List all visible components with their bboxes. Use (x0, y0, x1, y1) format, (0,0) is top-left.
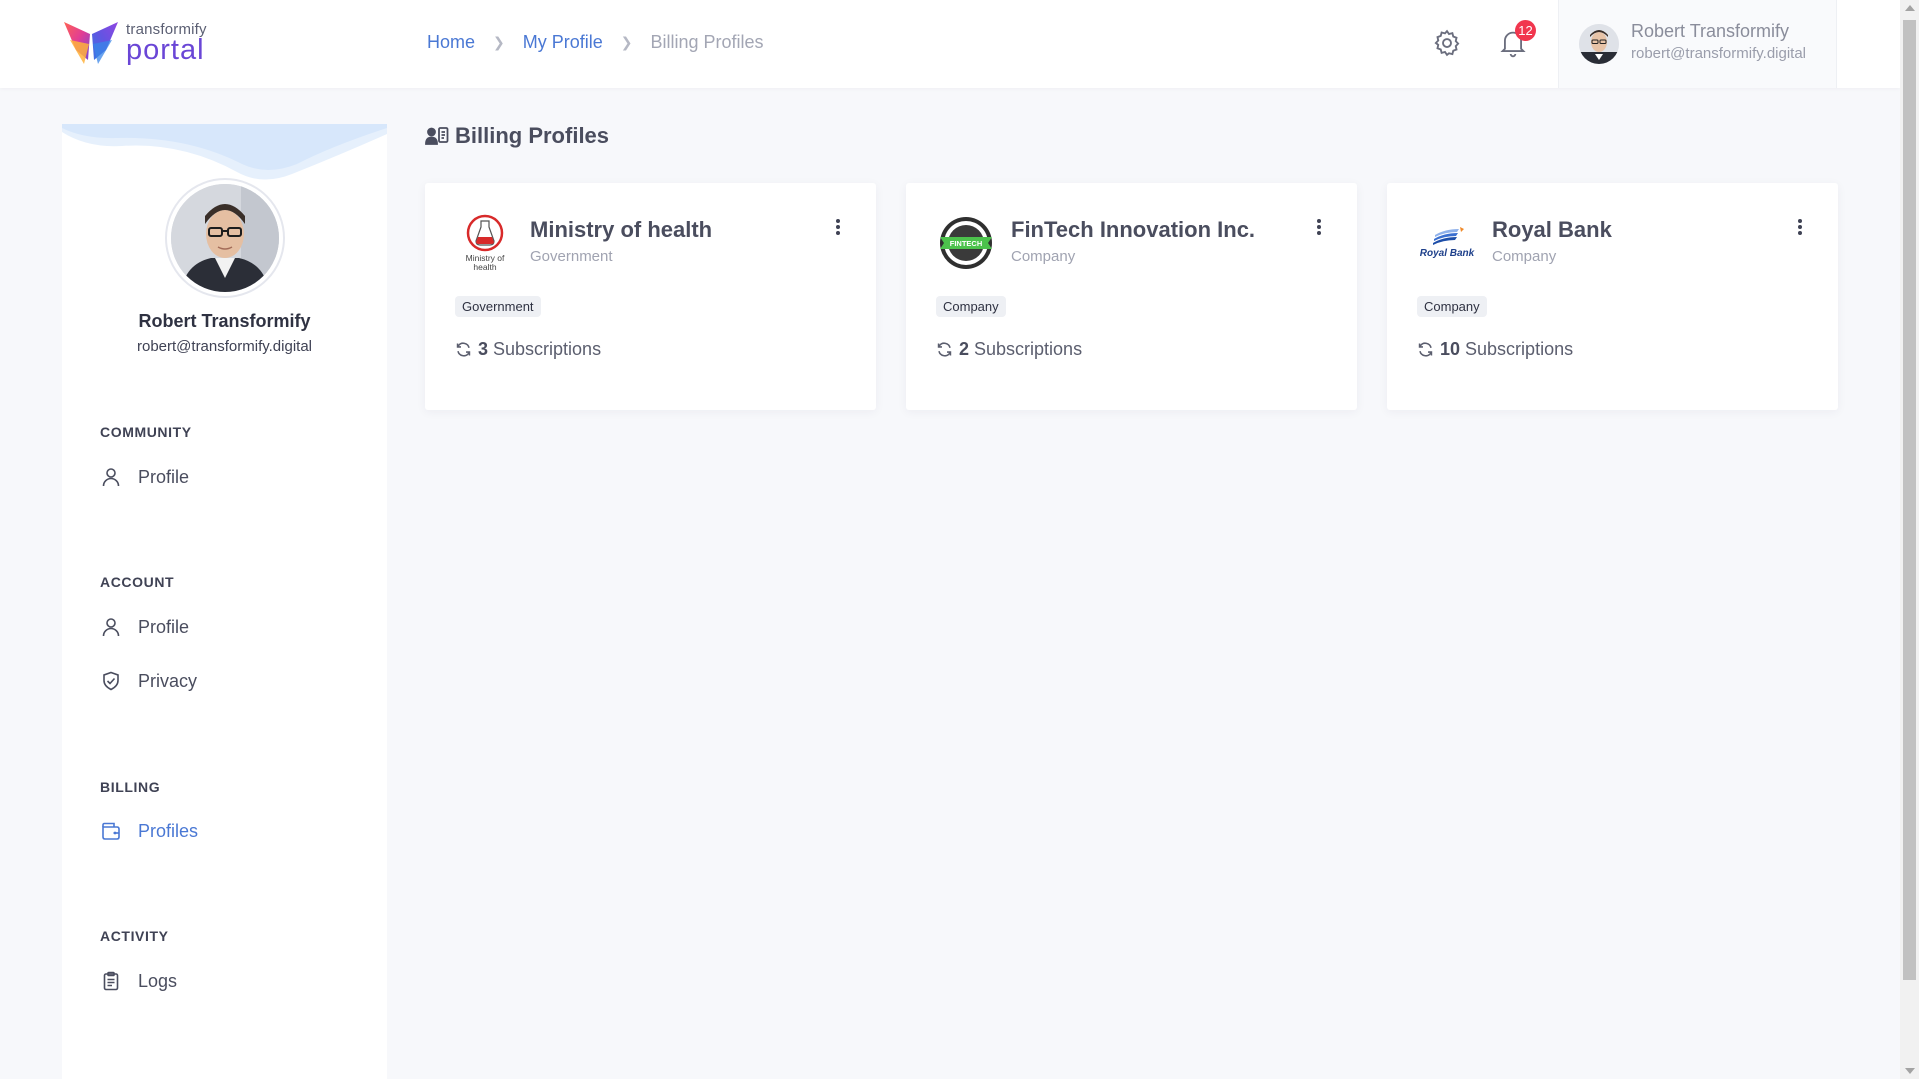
card-type: Company (1492, 248, 1557, 265)
card-tag: Government (455, 296, 541, 317)
subscriptions-label: Subscriptions (974, 339, 1083, 359)
card-subscriptions[interactable]: 10 Subscriptions (1417, 339, 1573, 360)
chevron-right-icon: ❯ (620, 34, 633, 50)
sidebar-item-label: Privacy (138, 670, 198, 691)
gear-icon (1434, 29, 1460, 57)
subscriptions-count: 10 (1440, 339, 1461, 359)
sidebar-item-label: Profiles (138, 820, 199, 841)
card-name: Royal Bank (1492, 217, 1612, 242)
card-name: FinTech Innovation Inc. (1011, 217, 1256, 242)
vertical-scrollbar[interactable] (1900, 0, 1919, 1079)
scroll-down-arrow-icon[interactable] (1905, 1068, 1915, 1074)
page-title: Billing Profiles (425, 123, 609, 149)
sidebar-item-label: Profile (138, 616, 190, 637)
user-icon (100, 466, 122, 488)
user-photo-icon (171, 184, 279, 292)
brand-logo[interactable]: transformify portal (62, 20, 207, 66)
avatar (1579, 24, 1619, 64)
breadcrumb-current: Billing Profiles (650, 32, 764, 52)
wallet-icon (100, 820, 122, 842)
card-name: Ministry of health (530, 217, 713, 242)
section-title-community: COMMUNITY (100, 424, 192, 440)
card-subscriptions[interactable]: 2 Subscriptions (936, 339, 1082, 360)
card-type: Government (530, 248, 613, 265)
sidebar-item-label: Logs (138, 970, 178, 991)
section-title-activity: ACTIVITY (100, 928, 169, 944)
refresh-icon (455, 341, 472, 358)
section-title-billing: BILLING (100, 779, 161, 795)
subscriptions-label: Subscriptions (493, 339, 602, 359)
breadcrumb: Home ❯ My Profile ❯ Billing Profiles (427, 32, 764, 53)
svg-text:FINTECH: FINTECH (950, 239, 983, 248)
billing-profile-card[interactable]: Royal Bank Royal Bank Company Company 10… (1387, 183, 1838, 410)
chevron-right-icon: ❯ (493, 34, 505, 50)
top-bar: transformify portal Home ❯ My Profile ❯ … (0, 0, 1900, 88)
user-card-icon (425, 126, 449, 146)
sidebar-item-account-profile[interactable]: Profile (100, 616, 189, 638)
sidebar: Robert Transformify robert@transformify.… (62, 124, 387, 1079)
kebab-menu-icon[interactable] (1311, 215, 1327, 239)
sidebar-item-label: Profile (138, 466, 190, 487)
svg-text:Royal Bank: Royal Bank (1420, 248, 1475, 259)
user-photo-icon (1579, 24, 1619, 64)
fintech-logo: FINTECH (936, 213, 996, 273)
settings-button[interactable] (1430, 26, 1464, 60)
shield-check-icon (100, 670, 122, 692)
card-tag: Company (1417, 296, 1487, 317)
user-icon (100, 616, 122, 638)
sidebar-user-name: Robert Transformify (138, 311, 311, 331)
notification-count-badge: 12 (1515, 20, 1536, 41)
header-user-email: robert@transformify.digital (1631, 45, 1807, 62)
subscriptions-count: 2 (959, 339, 970, 359)
butterfly-logo-icon (64, 22, 118, 64)
card-tag: Company (936, 296, 1006, 317)
subscriptions-count: 3 (478, 339, 489, 359)
sidebar-item-community-profile[interactable]: Profile (100, 466, 189, 488)
page-title-text: Billing Profiles (455, 123, 610, 148)
card-subscriptions[interactable]: 3 Subscriptions (455, 339, 601, 360)
sidebar-item-privacy[interactable]: Privacy (100, 670, 197, 692)
header-user-name: Robert Transformify (1631, 21, 1790, 41)
sidebar-item-billing-profiles[interactable]: Profiles (100, 820, 198, 842)
refresh-icon (1417, 341, 1434, 358)
billing-profile-card[interactable]: FINTECH FinTech Innovation Inc. Company … (906, 183, 1357, 410)
card-type: Company (1011, 248, 1076, 265)
profile-avatar[interactable] (165, 178, 285, 298)
brand-big-text: portal (126, 33, 205, 66)
kebab-menu-icon[interactable] (830, 215, 846, 239)
section-title-account: ACCOUNT (100, 574, 175, 590)
sidebar-item-logs[interactable]: Logs (100, 970, 177, 992)
ministry-of-health-logo: Ministry of health (455, 213, 515, 273)
svg-text:health: health (473, 262, 496, 272)
scroll-up-arrow-icon[interactable] (1905, 5, 1915, 11)
user-menu[interactable]: Robert Transformify robert@transformify.… (1558, 0, 1837, 88)
breadcrumb-my-profile[interactable]: My Profile (523, 32, 603, 53)
sidebar-user-email: robert@transformify.digital (136, 338, 312, 355)
scrollbar-thumb[interactable] (1903, 20, 1916, 980)
billing-profile-card[interactable]: Ministry of health Ministry of health Go… (425, 183, 876, 410)
clipboard-icon (100, 970, 122, 992)
royal-bank-logo: Royal Bank (1417, 213, 1477, 273)
breadcrumb-home[interactable]: Home (427, 32, 475, 53)
kebab-menu-icon[interactable] (1792, 215, 1808, 239)
refresh-icon (936, 341, 953, 358)
subscriptions-label: Subscriptions (1465, 339, 1574, 359)
